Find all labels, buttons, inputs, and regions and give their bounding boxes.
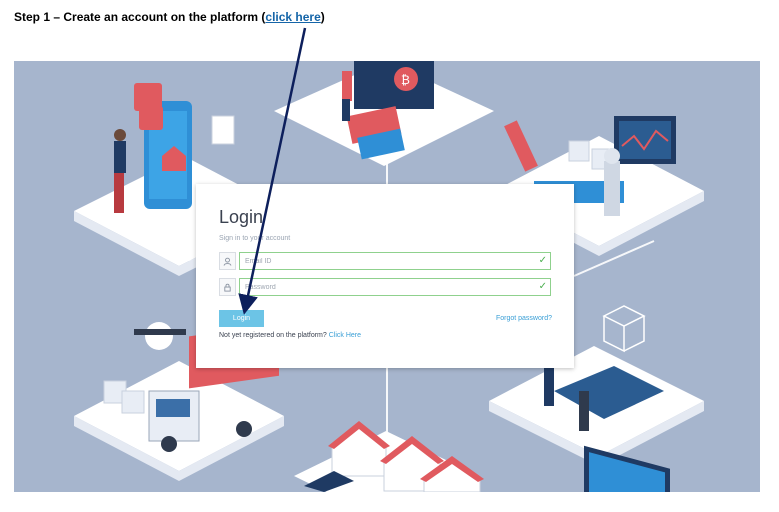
pointer-arrow xyxy=(238,27,307,315)
